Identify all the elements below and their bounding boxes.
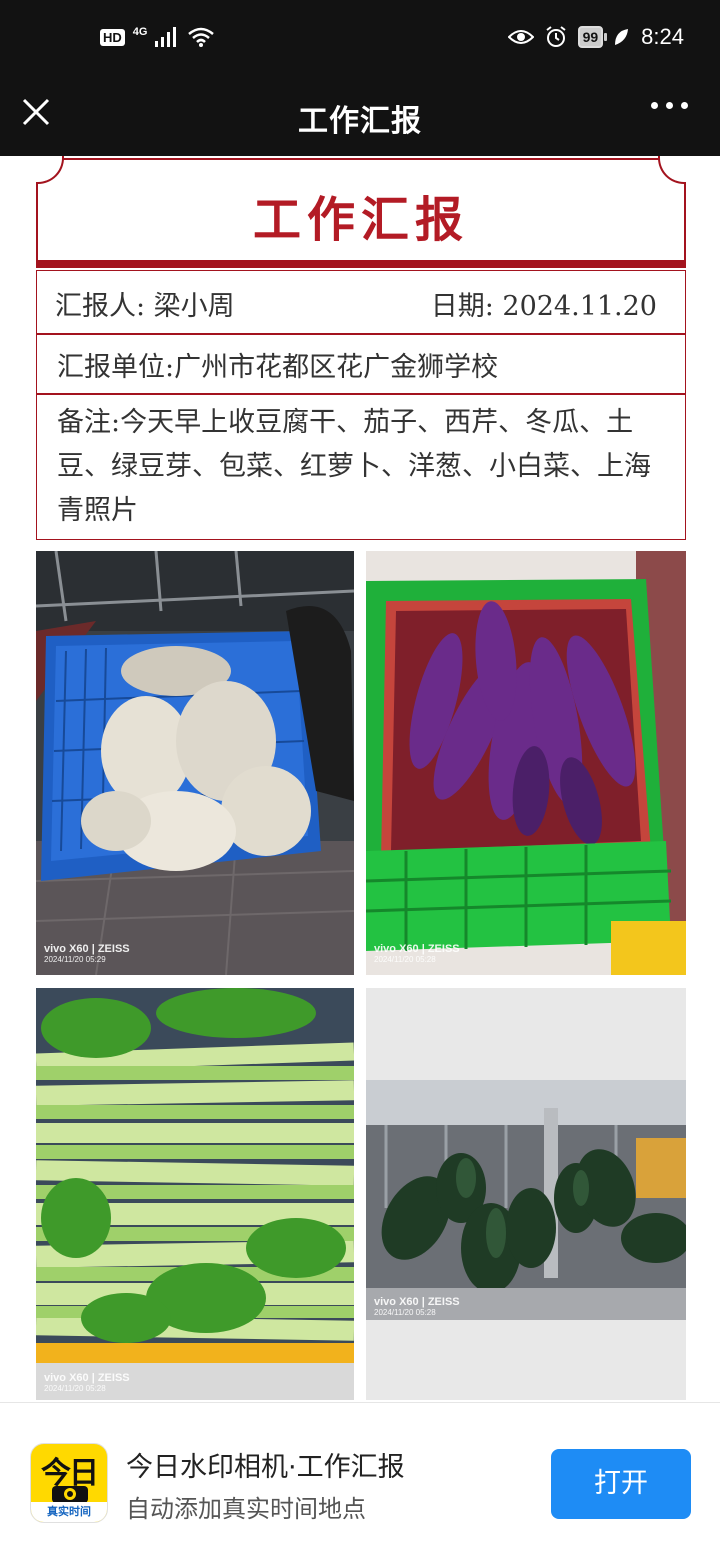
photo-watermark: vivo X60 | ZEISS 2024/11/20 05:28 xyxy=(374,1296,460,1317)
remark-text: 备注:今天早上收豆腐干、茄子、西芹、冬瓜、土豆、绿豆芽、包菜、红萝卜、洋葱、小白… xyxy=(57,407,651,526)
wifi-icon xyxy=(188,27,215,47)
status-right: 99 8:24 xyxy=(507,24,684,50)
clock: 8:24 xyxy=(641,24,684,49)
title-divider xyxy=(36,262,686,268)
reporter-label: 汇报人: 梁小周 xyxy=(55,291,235,322)
photo-watermark: vivo X60 | ZEISS 2024/11/20 05:29 xyxy=(44,943,130,964)
nav-bar: 工作汇报 xyxy=(0,80,720,156)
photo-tofu[interactable]: vivo X60 | ZEISS 2024/11/20 05:29 xyxy=(36,551,354,975)
reporter-date-row: 汇报人: 梁小周 日期: 2024.11.20 xyxy=(36,270,686,334)
status-bar: HD 4G 99 8:24 xyxy=(0,0,720,80)
report-card: 工作汇报 汇报人: 梁小周 日期: 2024.11.20 汇报单位:广州市花都区… xyxy=(36,156,686,540)
unit-label: 汇报单位:广州市花都区花广金狮学校 xyxy=(57,352,499,383)
app-name: 今日水印相机·工作汇报 xyxy=(126,1452,405,1483)
photo-winter-melon[interactable]: vivo X60 | ZEISS 2024/11/20 05:28 xyxy=(366,988,686,1400)
hd-badge: HD xyxy=(100,28,125,46)
photo-celery[interactable]: vivo X60 | ZEISS 2024/11/20 05:28 xyxy=(36,988,354,1400)
alarm-icon xyxy=(545,26,566,47)
leaf-icon xyxy=(615,29,629,45)
photo-watermark: vivo X60 | ZEISS 2024/11/20 05:28 xyxy=(374,943,460,964)
photo-watermark: vivo X60 | ZEISS 2024/11/20 05:28 xyxy=(44,1372,130,1393)
photo-eggplant[interactable]: vivo X60 | ZEISS 2024/11/20 05:28 xyxy=(366,551,686,975)
date-label: 日期: 2024.11.20 xyxy=(430,291,657,322)
app-icon-tag: 真实时间 xyxy=(31,1502,107,1522)
app-promo-banner: 今日 真实时间 今日水印相机·工作汇报 自动添加真实时间地点 打开 xyxy=(0,1402,720,1560)
more-icon[interactable] xyxy=(651,102,688,109)
remark-row: 备注:今天早上收豆腐干、茄子、西芹、冬瓜、土豆、绿豆芽、包菜、红萝卜、洋葱、小白… xyxy=(36,394,686,540)
report-title: 工作汇报 xyxy=(252,192,469,248)
eye-icon xyxy=(507,30,534,44)
signal-icon xyxy=(155,27,177,47)
report-title-box: 工作汇报 xyxy=(36,156,686,262)
network-label: 4G xyxy=(132,26,148,38)
open-button[interactable]: 打开 xyxy=(551,1449,691,1519)
app-description: 自动添加真实时间地点 xyxy=(126,1495,366,1523)
camera-icon xyxy=(52,1486,88,1503)
battery-indicator: 99 xyxy=(577,26,607,48)
page-title: 工作汇报 xyxy=(298,104,422,139)
app-icon[interactable]: 今日 真实时间 xyxy=(30,1443,108,1523)
status-left: HD 4G xyxy=(100,26,215,48)
unit-row: 汇报单位:广州市花都区花广金狮学校 xyxy=(36,334,686,394)
